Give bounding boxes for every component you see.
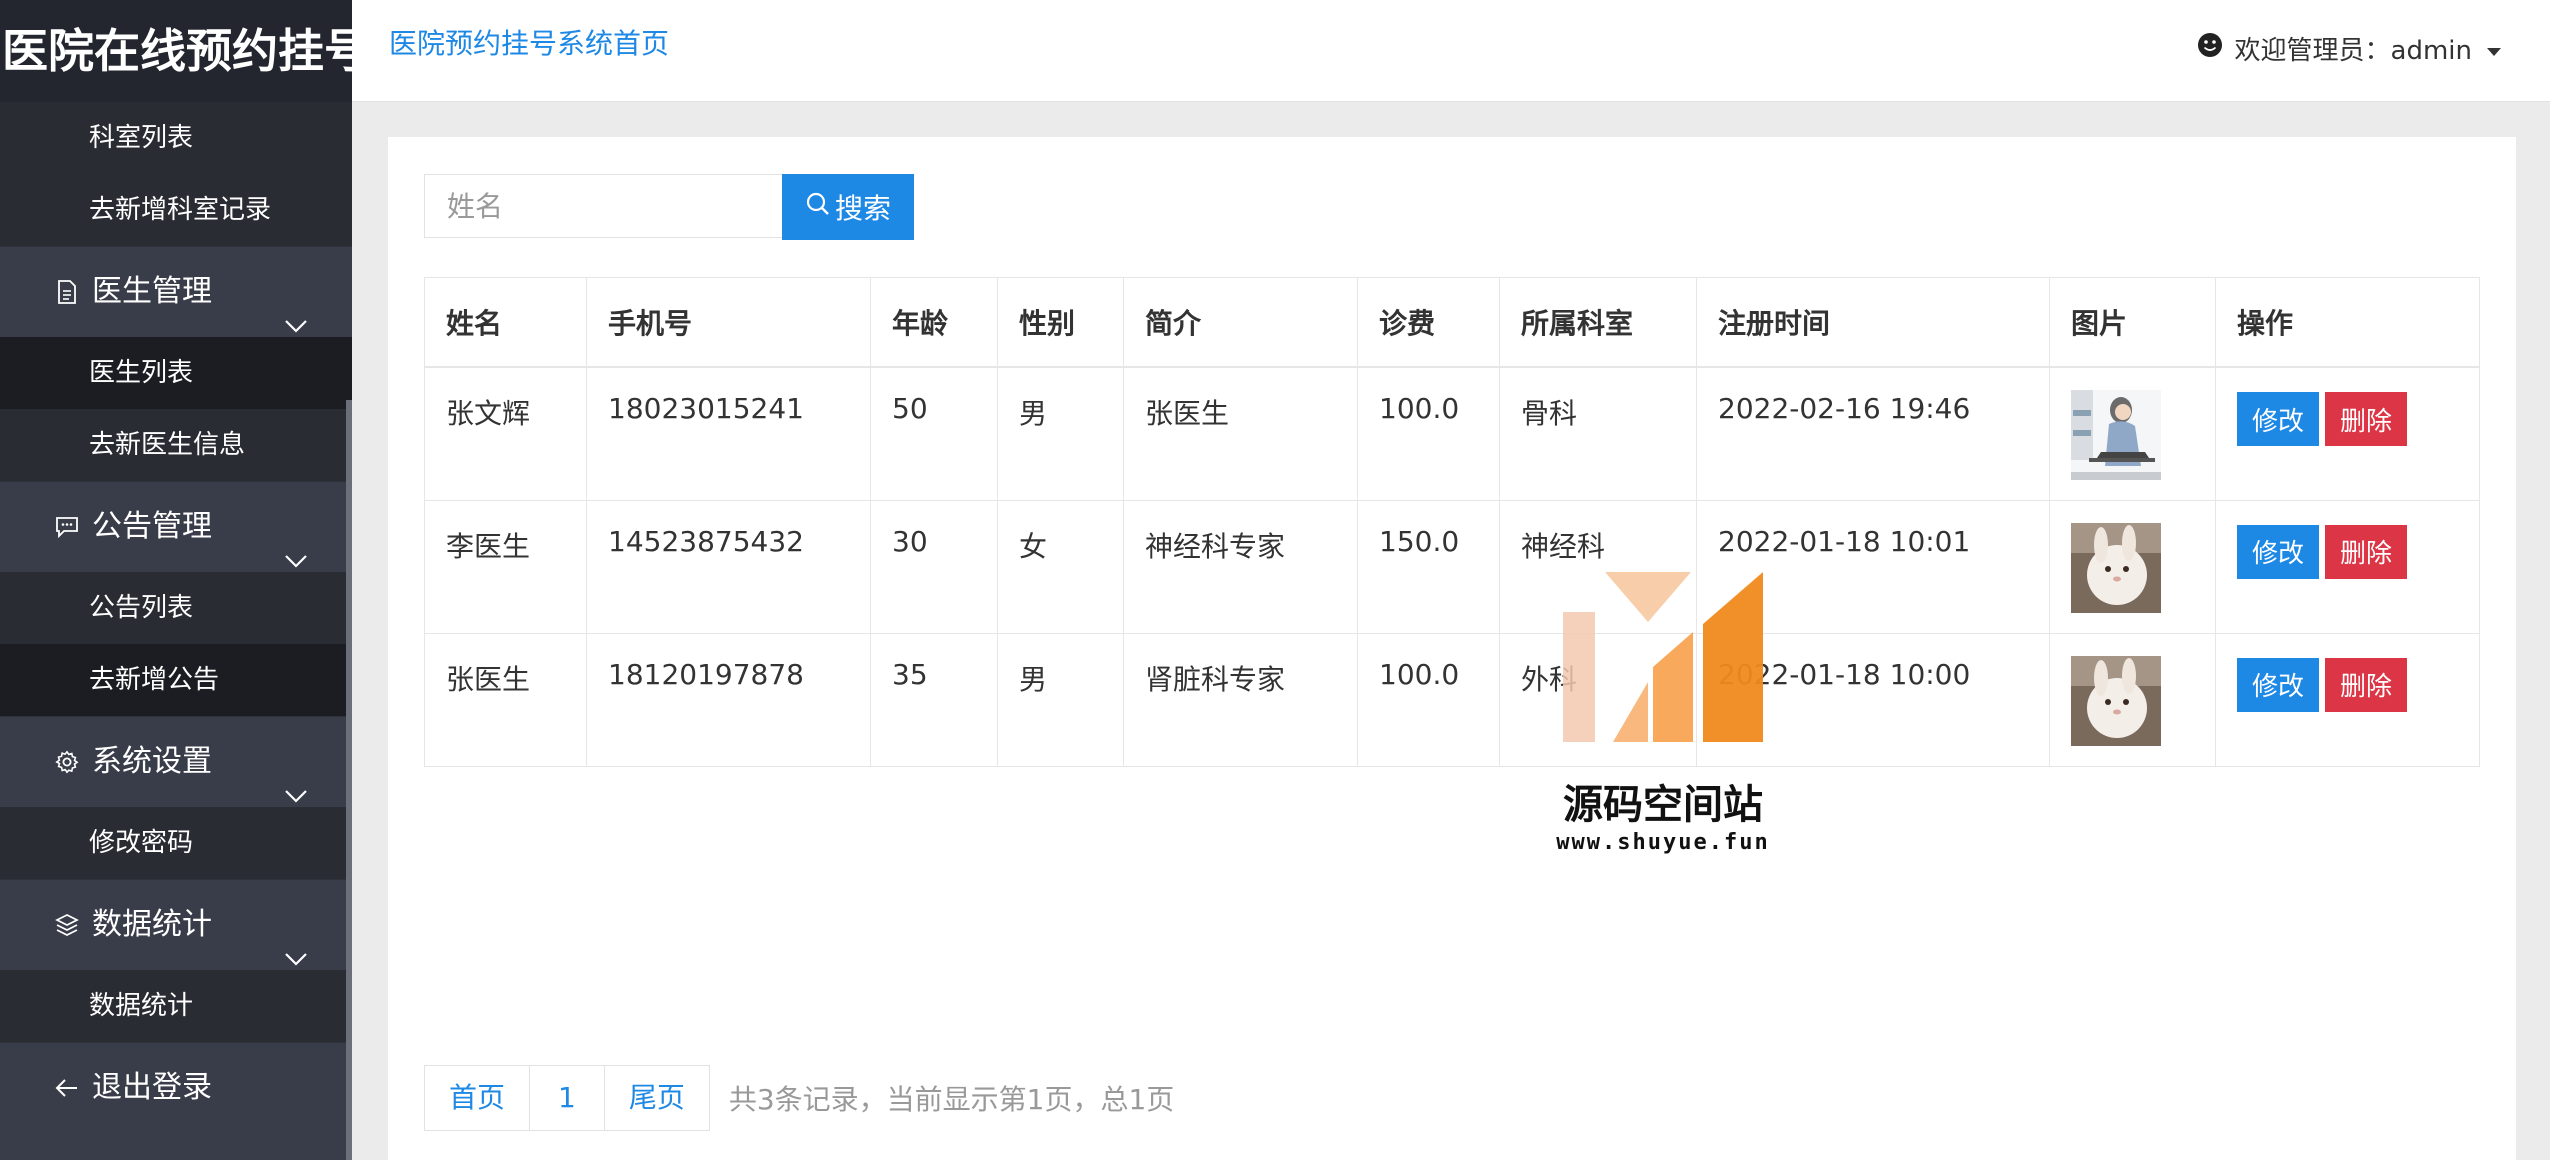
column-header: 年龄 <box>870 277 998 368</box>
sidebar-group-stats[interactable]: 数据统计 <box>0 879 352 970</box>
sidebar-scrollbar[interactable] <box>346 400 352 1160</box>
first-page-link[interactable]: 首页 <box>424 1065 531 1131</box>
chevron-down-icon <box>284 912 308 1002</box>
gear-icon <box>54 749 80 775</box>
sidebar-item-dept-list[interactable]: 科室列表 <box>0 102 352 174</box>
cell-gender: 男 <box>997 632 1124 767</box>
table-row: 张文辉 18023015241 50 男 张医生 100.0 骨科 2022-0… <box>424 366 2480 501</box>
edit-button[interactable]: 修改 <box>2237 657 2319 712</box>
cell-age: 50 <box>870 366 998 501</box>
top-header: 医院预约挂号系统首页 欢迎管理员：admin <box>352 0 2550 102</box>
sidebar-group-label: 公告管理 <box>92 509 212 544</box>
cell-gender: 男 <box>997 366 1124 501</box>
edit-button[interactable]: 修改 <box>2237 524 2319 579</box>
document-icon <box>54 279 80 305</box>
watermark-title: 源码空间站 <box>1563 782 1763 828</box>
edit-button[interactable]: 修改 <box>2237 392 2319 446</box>
user-greeting: 欢迎管理员：admin <box>2234 36 2472 66</box>
column-header: 注册时间 <box>1696 277 2050 368</box>
cell-intro: 张医生 <box>1123 366 1358 501</box>
doctor-photo-thumbnail <box>2071 522 2161 613</box>
table-row: 李医生 14523875432 30 女 神经科专家 150.0 神经科 202… <box>424 499 2480 634</box>
cell-gender: 女 <box>997 499 1124 634</box>
cell-phone: 18120197878 <box>586 632 871 767</box>
cell-name: 张医生 <box>424 632 587 767</box>
cell-phone: 14523875432 <box>586 499 871 634</box>
chat-icon <box>54 514 80 540</box>
sidebar-group-label: 数据统计 <box>92 907 212 942</box>
search-input[interactable] <box>424 174 782 238</box>
doctor-photo-thumbnail <box>2071 390 2161 480</box>
delete-button[interactable]: 删除 <box>2325 657 2407 712</box>
column-header: 所属科室 <box>1499 277 1697 368</box>
sidebar-group-doctor[interactable]: 医生管理 <box>0 246 352 337</box>
layers-icon <box>54 912 80 938</box>
delete-button[interactable]: 删除 <box>2325 524 2407 579</box>
sidebar: 医院在线预约挂号 科室列表 去新增科室记录 医生管理 医生列表 去新医生信息 公… <box>0 0 352 1160</box>
pagination: 首页 1 尾页 共3条记录，当前显示第1页，总1页 <box>424 1065 1174 1131</box>
chevron-down-icon <box>284 279 308 369</box>
cell-dept: 神经科 <box>1499 499 1697 634</box>
doctor-photo-thumbnail <box>2071 655 2161 746</box>
content-card: 搜索 姓名 手机号 年龄 性别 简介 诊费 所属科室 注册时间 图片 操作 <box>388 137 2516 1160</box>
column-header: 手机号 <box>586 277 871 368</box>
cell-age: 30 <box>870 499 998 634</box>
doctor-table: 姓名 手机号 年龄 性别 简介 诊费 所属科室 注册时间 图片 操作 张文辉 1… <box>424 277 2480 767</box>
cell-image <box>2049 499 2216 634</box>
cell-intro: 神经科专家 <box>1123 499 1358 634</box>
cell-fee: 150.0 <box>1357 499 1500 634</box>
arrow-left-icon <box>54 1075 80 1101</box>
cell-image <box>2049 632 2216 767</box>
sidebar-group-label: 医生管理 <box>92 274 212 309</box>
cell-intro: 肾脏科专家 <box>1123 632 1358 767</box>
app-title: 医院在线预约挂号 <box>0 0 352 102</box>
table-row: 张医生 18120197878 35 男 肾脏科专家 100.0 外科 2022… <box>424 632 2480 767</box>
home-link[interactable]: 医院预约挂号系统首页 <box>389 22 669 62</box>
cell-time: 2022-01-18 10:00 <box>1696 632 2050 767</box>
cell-fee: 100.0 <box>1357 632 1500 767</box>
cell-fee: 100.0 <box>1357 366 1500 501</box>
cell-image <box>2049 366 2216 501</box>
logout-label: 退出登录 <box>92 1070 212 1105</box>
cell-age: 35 <box>870 632 998 767</box>
chevron-down-icon <box>284 514 308 604</box>
sidebar-group-settings[interactable]: 系统设置 <box>0 716 352 807</box>
user-menu[interactable]: 欢迎管理员：admin <box>2197 30 2502 67</box>
column-header: 诊费 <box>1357 277 1500 368</box>
cell-time: 2022-01-18 10:01 <box>1696 499 2050 634</box>
cell-name: 李医生 <box>424 499 587 634</box>
sidebar-item-add-dept[interactable]: 去新增科室记录 <box>0 174 352 246</box>
column-header: 图片 <box>2049 277 2216 368</box>
caret-down-icon <box>2486 34 2502 64</box>
watermark-url: www.shuyue.fun <box>1556 830 1770 855</box>
smiley-icon <box>2197 32 2223 65</box>
cell-name: 张文辉 <box>424 366 587 501</box>
pagination-info: 共3条记录，当前显示第1页，总1页 <box>728 1083 1175 1116</box>
sidebar-item-add-notice[interactable]: 去新增公告 <box>0 644 352 716</box>
cell-phone: 18023015241 <box>586 366 871 501</box>
sidebar-group-label: 系统设置 <box>92 744 212 779</box>
column-header: 性别 <box>997 277 1124 368</box>
cell-time: 2022-02-16 19:46 <box>1696 366 2050 501</box>
page-number-link[interactable]: 1 <box>529 1065 605 1131</box>
column-header: 简介 <box>1123 277 1358 368</box>
search-button[interactable]: 搜索 <box>782 174 914 240</box>
search-bar: 搜索 <box>424 174 914 240</box>
last-page-link[interactable]: 尾页 <box>603 1065 710 1131</box>
sidebar-group-notice[interactable]: 公告管理 <box>0 481 352 572</box>
cell-dept: 外科 <box>1499 632 1697 767</box>
column-header: 操作 <box>2215 277 2480 368</box>
sidebar-item-add-doctor[interactable]: 去新医生信息 <box>0 409 352 481</box>
cell-actions: 修改 删除 <box>2215 632 2480 767</box>
logout-link[interactable]: 退出登录 <box>0 1042 352 1133</box>
cell-actions: 修改 删除 <box>2215 366 2480 501</box>
delete-button[interactable]: 删除 <box>2325 392 2407 446</box>
search-icon <box>805 191 831 224</box>
column-header: 姓名 <box>424 277 587 368</box>
chevron-down-icon <box>284 749 308 839</box>
search-button-label: 搜索 <box>834 192 891 225</box>
cell-actions: 修改 删除 <box>2215 499 2480 634</box>
cell-dept: 骨科 <box>1499 366 1697 501</box>
table-header-row: 姓名 手机号 年龄 性别 简介 诊费 所属科室 注册时间 图片 操作 <box>424 277 2480 368</box>
